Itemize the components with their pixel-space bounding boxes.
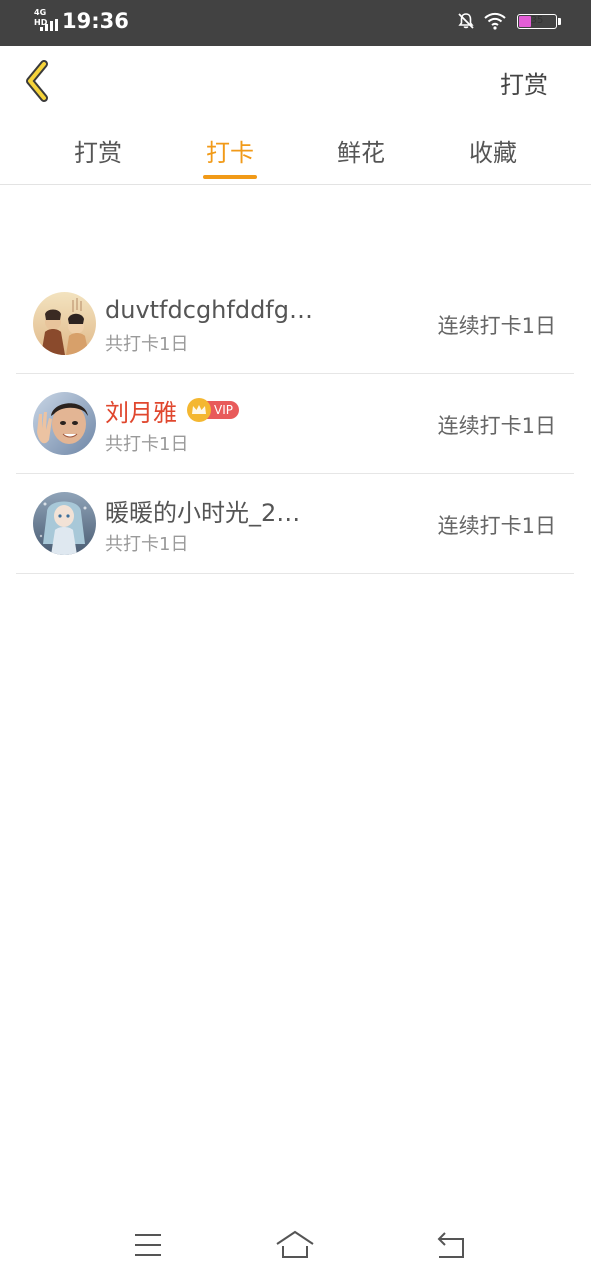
status-right: 35 <box>457 12 561 30</box>
user-name: 刘月雅 <box>105 398 177 427</box>
active-tab-indicator <box>203 175 257 179</box>
user-name: 暖暖的小时光_2… <box>105 498 301 527</box>
header: 打赏 <box>0 46 591 118</box>
back-button[interactable] <box>20 58 60 104</box>
system-nav-bar <box>0 1215 591 1280</box>
battery-icon: 35 <box>517 13 557 29</box>
status-left: 4G HD 19:36 <box>34 8 129 34</box>
home-button[interactable] <box>275 1227 315 1263</box>
user-name: duvtfdcghfddfg… <box>105 296 313 324</box>
status-bar: 4G HD 19:36 35 <box>0 0 591 46</box>
avatar <box>33 492 96 555</box>
chevron-left-icon <box>26 60 48 102</box>
tab-checkin[interactable]: 打卡 <box>180 133 280 168</box>
streak-label: 连续打卡1日 <box>437 414 556 438</box>
name-line: 刘月雅 VIP <box>105 393 239 427</box>
list-item[interactable]: duvtfdcghfddfg… 共打卡1日 连续打卡1日 <box>16 274 574 374</box>
avatar <box>33 392 96 455</box>
name-line: duvtfdcghfddfg… <box>105 293 313 327</box>
tab-reward[interactable]: 打赏 <box>48 133 148 168</box>
tab-favorites[interactable]: 收藏 <box>443 133 543 168</box>
back-icon <box>437 1232 464 1258</box>
battery-cap <box>558 17 561 25</box>
avatar <box>33 292 96 355</box>
reward-action-button[interactable]: 打赏 <box>500 65 548 100</box>
wifi-icon <box>484 12 506 30</box>
menu-icon <box>135 1234 161 1256</box>
name-line: 暖暖的小时光_2… <box>105 493 300 527</box>
list-item[interactable]: 暖暖的小时光_2… 共打卡1日 连续打卡1日 <box>16 474 574 574</box>
signal-bars-icon <box>40 19 58 31</box>
signal-icon: 4G HD <box>34 8 62 34</box>
total-checkins: 共打卡1日 <box>105 534 189 555</box>
tab-flowers[interactable]: 鲜花 <box>311 133 411 168</box>
vip-badge: VIP <box>187 398 239 422</box>
menu-button[interactable] <box>128 1227 168 1263</box>
battery-level: 35 <box>530 14 544 26</box>
total-checkins: 共打卡1日 <box>105 334 189 355</box>
streak-label: 连续打卡1日 <box>437 314 556 338</box>
home-icon <box>276 1230 314 1258</box>
mute-bell-icon <box>458 13 474 29</box>
streak-label: 连续打卡1日 <box>437 514 556 538</box>
tab-bar: 打赏 打卡 鲜花 收藏 <box>0 118 591 185</box>
list-item[interactable]: 刘月雅 VIP 共打卡1日 连续打卡1日 <box>16 374 574 474</box>
total-checkins: 共打卡1日 <box>105 434 189 455</box>
checkin-list: duvtfdcghfddfg… 共打卡1日 连续打卡1日 刘月雅 VIP 共打卡… <box>16 274 574 574</box>
clock: 19:36 <box>62 9 129 33</box>
screen: 4G HD 19:36 35 打赏 打赏 打卡 鲜花 收藏 duvtfdcghf… <box>0 0 591 1280</box>
crown-icon <box>187 398 211 422</box>
back-nav-button[interactable] <box>431 1227 471 1263</box>
